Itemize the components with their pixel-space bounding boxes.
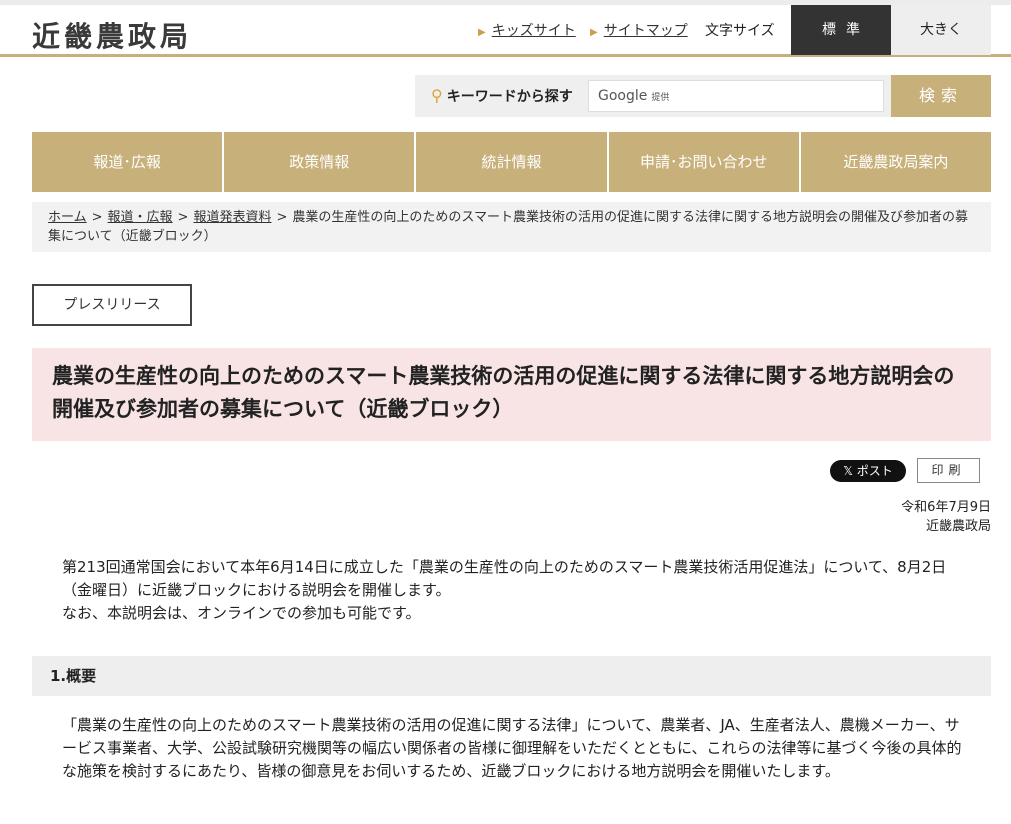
arrow-right-icon: ▶	[478, 27, 486, 38]
search-bar: ⚲ キーワードから探す Google 提供 検索	[415, 75, 991, 117]
date-block: 令和6年7月9日 近畿農政局	[901, 498, 991, 536]
search-label-wrap: ⚲ キーワードから探す	[431, 86, 573, 106]
print-button[interactable]: 印刷	[917, 458, 980, 483]
breadcrumb-separator: >	[276, 210, 288, 225]
font-size-large-button[interactable]: 大きく	[891, 5, 991, 55]
breadcrumb-releases[interactable]: 報道発表資料	[193, 210, 271, 225]
font-size-standard-button[interactable]: 標準	[791, 5, 891, 55]
breadcrumb: ホーム > 報道・広報 > 報道発表資料 > 農業の生産性の向上のためのスマート農業技術の活…	[32, 202, 991, 252]
search-placeholder: Google	[598, 88, 648, 104]
nav-item-policy[interactable]: 政策情報	[224, 132, 417, 192]
x-post-button[interactable]: 𝕏 ポスト	[830, 460, 906, 482]
overview-text: 「農業の生産性の向上のためのスマート農業技術の活用の促進に関する法律」について、…	[62, 716, 962, 780]
publish-date: 令和6年7月9日	[901, 500, 991, 515]
search-label: キーワードから探す	[446, 89, 573, 105]
nav-item-about[interactable]: 近畿農政局案内	[800, 132, 992, 192]
global-nav: 報道･広報 政策情報 統計情報 申請･お問い合わせ 近畿農政局案内	[32, 132, 992, 192]
breadcrumb-separator: >	[91, 210, 103, 225]
nav-item-press[interactable]: 報道･広報	[32, 132, 225, 192]
press-release-label: プレスリリース	[32, 284, 192, 326]
breadcrumb-separator: >	[177, 210, 189, 225]
search-provider-suffix: 提供	[651, 93, 670, 103]
kids-site-label: キッズサイト	[491, 23, 576, 39]
nav-item-application[interactable]: 申請･お問い合わせ	[608, 132, 801, 192]
search-input[interactable]: Google 提供	[588, 80, 884, 112]
intro-text: 第213回通常国会において本年6月14日に成立した「農業の生産性の向上のためのス…	[62, 556, 972, 625]
breadcrumb-press[interactable]: 報道・広報	[108, 210, 173, 225]
sitemap-label: サイトマップ	[603, 23, 688, 39]
breadcrumb-home[interactable]: ホーム	[48, 210, 87, 225]
x-icon: 𝕏	[843, 464, 857, 478]
intro-paragraph-1: 第213回通常国会において本年6月14日に成立した「農業の生産性の向上のためのス…	[62, 558, 947, 599]
intro-paragraph-2: なお、本説明会は、オンラインでの参加も可能です。	[62, 604, 421, 622]
arrow-right-icon: ▶	[590, 27, 598, 38]
title-box: 農業の生産性の向上のためのスマート農業技術の活用の促進に関する法律に関する地方説…	[32, 348, 991, 441]
font-size-label: 文字サイズ	[705, 23, 775, 39]
search-icon: ⚲	[431, 86, 443, 105]
site-logo[interactable]: 近畿農政局	[32, 15, 192, 55]
sitemap-link[interactable]: ▶ サイトマップ	[590, 20, 688, 40]
section-heading-overview: 1.概要	[32, 656, 991, 696]
x-post-label: ポスト	[856, 464, 893, 478]
publisher-org: 近畿農政局	[925, 519, 991, 534]
nav-item-statistics[interactable]: 統計情報	[416, 132, 609, 192]
page-title: 農業の生産性の向上のためのスマート農業技術の活用の促進に関する法律に関する地方説…	[52, 364, 955, 421]
kids-site-link[interactable]: ▶ キッズサイト	[478, 20, 576, 40]
search-button[interactable]: 検索	[891, 75, 991, 117]
site-header: 近畿農政局 ▶ キッズサイト ▶ サイトマップ 文字サイズ 標準 大きく	[0, 5, 1011, 57]
